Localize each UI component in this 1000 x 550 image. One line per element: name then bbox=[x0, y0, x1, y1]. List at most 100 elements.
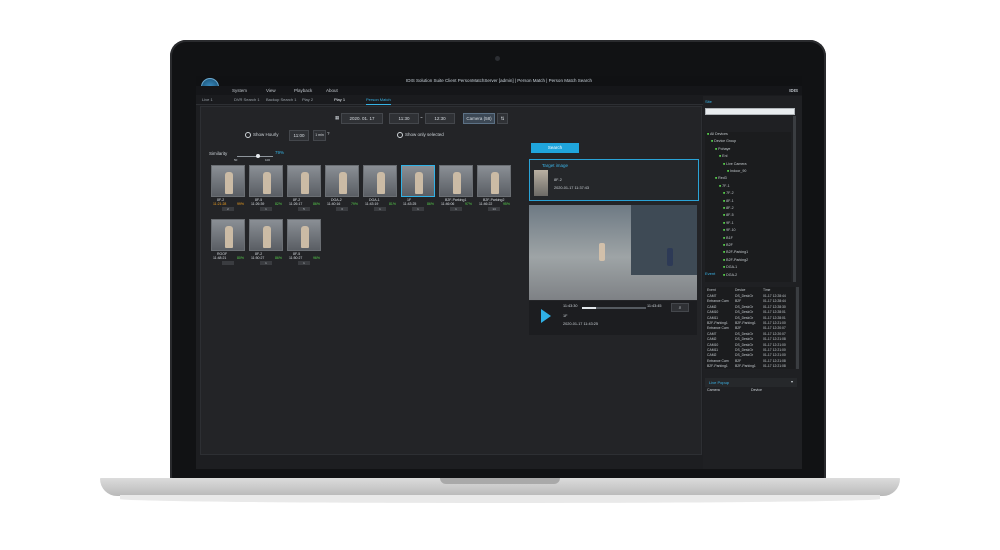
result-item[interactable]: DGA-1 11:43:19 81% 1 bbox=[363, 165, 397, 213]
site-tree-node[interactable]: ■ B2F-Parking2 bbox=[723, 258, 748, 262]
date-field[interactable]: 2020. 01. 17 bbox=[341, 113, 383, 124]
event-row[interactable]: CAM7 DS_DeskGr 01-17 12:20:07 bbox=[705, 332, 795, 337]
result-thumbnail[interactable] bbox=[401, 165, 435, 197]
event-row[interactable]: CAM11 DS_DeskGr 01-17 12:28:01 bbox=[705, 316, 795, 321]
show-hourly-radio[interactable]: Show Hourly bbox=[245, 132, 279, 138]
result-count-badge[interactable]: 1 bbox=[260, 261, 272, 265]
per-page-select[interactable]: 1 min bbox=[313, 130, 326, 141]
result-thumbnail[interactable] bbox=[287, 165, 321, 197]
result-count-badge[interactable]: 1 bbox=[298, 261, 310, 265]
time-to-field[interactable]: 12:30 bbox=[425, 113, 455, 124]
menu-system[interactable]: System bbox=[232, 86, 247, 95]
result-count-badge[interactable]: 1 bbox=[450, 207, 462, 211]
similarity-slider[interactable] bbox=[237, 156, 273, 157]
result-thumbnail[interactable] bbox=[363, 165, 397, 197]
result-thumbnail[interactable] bbox=[287, 219, 321, 251]
event-row[interactable]: Entrance Cam B2F 01-17 12:20:07 bbox=[705, 326, 795, 331]
site-tree-node[interactable]: ■ B1F bbox=[723, 236, 733, 240]
site-tree-node[interactable]: ■ 7F-2 bbox=[723, 191, 734, 195]
camera-select-button[interactable]: Camera (58) bbox=[463, 113, 495, 124]
result-count-badge[interactable]: 5 bbox=[298, 207, 310, 211]
site-tree-node[interactable]: ■ 7F-1 bbox=[719, 184, 730, 188]
event-row[interactable]: B2F-Parking1 B2F-Parking1 01-17 12:21:08 bbox=[705, 364, 795, 369]
site-tree-node[interactable]: ■ B2F bbox=[723, 243, 733, 247]
site-tree-node[interactable]: ■ Enl bbox=[719, 154, 727, 158]
result-count-badge[interactable]: 1 bbox=[260, 207, 272, 211]
site-search-input[interactable] bbox=[705, 108, 795, 115]
event-row[interactable]: CAM2 DS_DeskGr 01-17 12:21:00 bbox=[705, 353, 795, 358]
event-row[interactable]: CAM2 DS_DeskGr 01-17 12:21:08 bbox=[705, 337, 795, 342]
menu-view[interactable]: View bbox=[266, 86, 276, 95]
result-thumbnail[interactable] bbox=[211, 219, 245, 251]
event-row[interactable]: CAM10 DS_DeskGr 01-17 12:28:01 bbox=[705, 310, 795, 315]
result-item[interactable]: 8F-5 11:50:27 96% 1 bbox=[287, 219, 321, 267]
site-tree-node[interactable]: ■ Live Camera bbox=[723, 162, 747, 166]
result-item[interactable]: 8F-2 11:21:28 99% 2 bbox=[211, 165, 245, 213]
hour-select[interactable]: 11:00 bbox=[289, 130, 309, 141]
site-tree-node[interactable]: ■ All Devices bbox=[707, 132, 728, 136]
site-tree-node[interactable]: ■ DGA-1 bbox=[723, 265, 737, 269]
event-row[interactable]: Entrance Cam B2F 01-17 12:21:08 bbox=[705, 359, 795, 364]
result-item[interactable]: ROOF 11:48:21 80% bbox=[211, 219, 245, 267]
similarity-slider-handle[interactable] bbox=[256, 154, 260, 158]
event-row[interactable]: B2F-Parking1 B2F-Parking1 01-17 12:21:00 bbox=[705, 321, 795, 326]
event-column-header[interactable]: Event bbox=[707, 288, 716, 292]
site-tree-node[interactable]: ■ Indoor_90 bbox=[727, 169, 746, 173]
show-selected-radio[interactable]: Show only selected bbox=[397, 132, 444, 138]
result-thumbnail[interactable] bbox=[249, 165, 283, 197]
tab-live-1[interactable]: Live 1 bbox=[202, 95, 213, 104]
time-from-field[interactable]: 11:30 bbox=[389, 113, 419, 124]
menu-playback[interactable]: Playback bbox=[294, 86, 312, 95]
site-scrollbar[interactable] bbox=[793, 116, 796, 282]
result-item[interactable]: 8F-2 11:50:27 86% 1 bbox=[249, 219, 283, 267]
event-row[interactable]: CAM11 DS_DeskGr 01-17 12:21:00 bbox=[705, 348, 795, 353]
event-column-header[interactable]: Time bbox=[763, 288, 770, 292]
search-button[interactable]: Search bbox=[531, 143, 579, 153]
tab-play-2[interactable]: Play 2 bbox=[302, 95, 313, 104]
event-scrollbar[interactable] bbox=[796, 287, 799, 369]
help-icon[interactable]: ? bbox=[327, 131, 330, 136]
collapse-icon[interactable]: ▾ bbox=[791, 379, 793, 384]
video-player[interactable] bbox=[529, 205, 697, 300]
result-item[interactable]: 1F 11:43:25 86% 1 bbox=[401, 165, 435, 213]
event-row[interactable]: CAM10 DS_DeskGr 01-17 12:21:00 bbox=[705, 343, 795, 348]
result-item[interactable]: B2F-Parking1 11:46:06 97% 1 bbox=[439, 165, 473, 213]
site-tree-node[interactable]: ■ Device Group bbox=[711, 139, 736, 143]
result-item[interactable]: 8F-2 11:26:17 86% 5 bbox=[287, 165, 321, 213]
result-count-badge[interactable]: 1 bbox=[374, 207, 386, 211]
filter-icon[interactable]: ⇅ bbox=[497, 113, 508, 124]
result-count-badge[interactable]: 2 bbox=[222, 207, 234, 211]
result-count-badge[interactable]: 3 bbox=[336, 207, 348, 211]
tab-backup-search-1[interactable]: Backup Search 1 bbox=[266, 95, 296, 104]
site-tree-node[interactable]: ■ Red3 bbox=[715, 176, 727, 180]
site-tree-node[interactable]: ■ 8F-2 bbox=[723, 206, 734, 210]
result-item[interactable]: DGA-2 11:40:16 79% 3 bbox=[325, 165, 359, 213]
playback-progress[interactable] bbox=[582, 307, 646, 309]
site-tree-node[interactable]: ■ 9F-1 bbox=[723, 221, 734, 225]
zoom-search-icon[interactable]: ⌕ bbox=[671, 303, 689, 312]
event-row[interactable]: Entrance Cam B2F 01-17 12:28:44 bbox=[705, 299, 795, 304]
result-count-badge[interactable]: 14 bbox=[488, 207, 500, 211]
result-thumbnail[interactable] bbox=[249, 219, 283, 251]
event-column-header[interactable]: Device bbox=[735, 288, 745, 292]
result-count-badge[interactable]: 1 bbox=[412, 207, 424, 211]
site-tree-node[interactable]: ■ 8F-1 bbox=[723, 199, 734, 203]
calendar-icon[interactable]: ▦ bbox=[335, 115, 339, 121]
site-tree-node[interactable]: ■ B2F-Parking1 bbox=[723, 250, 748, 254]
event-row[interactable]: CAM7 DS_DeskGr 01-17 12:28:44 bbox=[705, 294, 795, 299]
tab-play-1[interactable]: Play 1 bbox=[334, 95, 345, 104]
result-count-badge[interactable] bbox=[222, 261, 234, 265]
play-icon[interactable] bbox=[541, 309, 551, 323]
tab-person-match[interactable]: Person Match bbox=[366, 95, 391, 105]
site-tree-node[interactable]: ■ 8F-5 bbox=[723, 213, 734, 217]
result-item[interactable]: B2F-Parking2 11:46:22 95% 14 bbox=[477, 165, 511, 213]
site-tree-node[interactable]: ■ 9F-10 bbox=[723, 228, 736, 232]
target-thumbnail[interactable] bbox=[534, 170, 548, 196]
tab-dvr-search-1[interactable]: DVR Search 1 bbox=[234, 95, 260, 104]
result-thumbnail[interactable] bbox=[477, 165, 511, 197]
event-row[interactable]: CAM2 DS_DeskGr 01-17 12:28:30 bbox=[705, 305, 795, 310]
result-thumbnail[interactable] bbox=[211, 165, 245, 197]
menu-about[interactable]: About bbox=[326, 86, 338, 95]
result-item[interactable]: 8F-5 11:26:39 82% 1 bbox=[249, 165, 283, 213]
result-thumbnail[interactable] bbox=[439, 165, 473, 197]
